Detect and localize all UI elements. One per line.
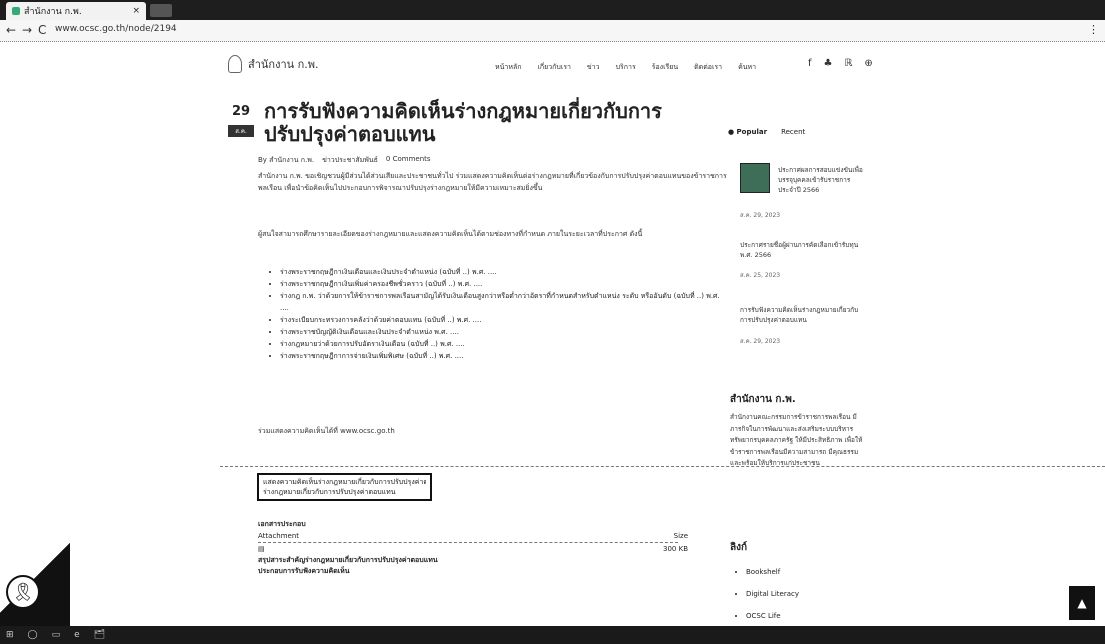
- sidebar-tabs: ● Popular Recent: [728, 128, 805, 136]
- site-favicon-icon: [12, 7, 20, 15]
- post-thumbnail[interactable]: [740, 163, 770, 193]
- reload-button[interactable]: C: [38, 23, 46, 37]
- post-author[interactable]: By สำนักงาน ก.พ.: [258, 155, 314, 166]
- list-item[interactable]: ร่างกฎหมายว่าด้วยการปรับอัตราเงินเดือน (…: [280, 338, 727, 350]
- nav-item[interactable]: เกี่ยวกับเรา: [537, 62, 570, 73]
- sidebar-post-date: ส.ค. 29, 2023: [740, 338, 781, 345]
- new-tab-button[interactable]: [150, 4, 172, 17]
- about-heading: สำนักงาน ก.พ.: [730, 394, 796, 405]
- attachment-file-link[interactable]: สรุปสาระสำคัญร่างกฎหมายเกี่ยวกับการปรับป…: [258, 555, 438, 577]
- divider: [258, 542, 678, 543]
- attachments-header-row: Attachment Size: [258, 532, 688, 540]
- tab-title: สำนักงาน ก.พ.: [24, 7, 82, 17]
- attachment-file-name-2[interactable]: ประกอบการรับฟังความคิดเห็น: [258, 566, 438, 577]
- globe-icon[interactable]: ⊕: [864, 58, 872, 69]
- list-item[interactable]: ร่างพระราชกฤษฎีกาเงินเดือนและเงินประจำตำ…: [280, 266, 727, 278]
- nav-item[interactable]: ข่าว: [587, 62, 600, 73]
- site-navigation: หน้าหลัก เกี่ยวกับเรา ข่าว บริการ ร้องเร…: [495, 62, 756, 73]
- ocsc-emblem-icon: [228, 55, 242, 73]
- sidebar-link-bookshelf[interactable]: Bookshelf: [746, 561, 799, 583]
- edge-icon[interactable]: e: [74, 630, 80, 640]
- ribbon-icon: 🎗: [6, 575, 40, 609]
- search-icon[interactable]: ◯: [28, 630, 38, 640]
- attachment-file-name[interactable]: สรุปสาระสำคัญร่างกฎหมายเกี่ยวกับการปรับป…: [258, 555, 438, 566]
- file-explorer-icon[interactable]: 🗂: [94, 630, 105, 640]
- highlighted-links-box: แสดงความคิดเห็นร่างกฎหมายเกี่ยวกับการปรั…: [257, 473, 432, 501]
- sidebar-post-date: ส.ค. 29, 2023: [740, 212, 781, 219]
- sidebar-link-ocsc-life[interactable]: OCSC Life: [746, 605, 799, 627]
- post-comments[interactable]: 0 Comments: [386, 155, 431, 166]
- nav-item[interactable]: ร้องเรียน: [652, 62, 678, 73]
- post-meta: By สำนักงาน ก.พ. ข่าวประชาสัมพันธ์ 0 Com…: [258, 155, 431, 166]
- links-heading: ลิงก์: [730, 542, 748, 553]
- url-field[interactable]: www.ocsc.go.th/node/2194: [55, 24, 177, 34]
- rss-icon[interactable]: ℝ: [845, 58, 853, 69]
- draft-law-list: ร่างพระราชกฤษฎีกาเงินเดือนและเงินประจำตำ…: [272, 266, 727, 362]
- sidebar-post-date: ส.ค. 25, 2023: [740, 272, 781, 279]
- post-date-badge: 29 ส.ค.: [228, 104, 254, 137]
- file-size: 300 KB: [663, 545, 688, 553]
- post-date-month: ส.ค.: [228, 125, 254, 137]
- task-view-icon[interactable]: ▭: [52, 630, 61, 640]
- draft-law-link[interactable]: ร่างกฎหมายเกี่ยวกับการปรับปรุงค่าตอบแทน: [263, 487, 426, 497]
- browser-tab-bar: สำนักงาน ก.พ. ×: [0, 0, 1105, 20]
- start-icon[interactable]: ⊞: [6, 630, 14, 640]
- about-text: สำนักงานคณะกรรมการข้าราชการพลเรือน มีภาร…: [730, 413, 863, 467]
- os-taskbar: ⊞ ◯ ▭ e 🗂: [0, 626, 1105, 644]
- list-item[interactable]: ร่างพระราชกฤษฎีกาเงินเพิ่มค่าครองชีพชั่ว…: [280, 278, 727, 290]
- nav-item[interactable]: ติดต่อเรา: [694, 62, 722, 73]
- social-icons: f ♣ ℝ ⊕: [808, 58, 873, 69]
- attachment-column-label: Attachment: [258, 532, 300, 540]
- back-button[interactable]: ←: [6, 23, 16, 37]
- facebook-icon[interactable]: f: [808, 58, 812, 69]
- list-item[interactable]: ร่างระเบียบกระทรวงการคลังว่าด้วยค่าตอบแท…: [280, 314, 727, 326]
- post-paragraph-1: สำนักงาน ก.พ. ขอเชิญชวนผู้มีส่วนได้ส่วนเ…: [258, 172, 727, 192]
- feedback-link[interactable]: แสดงความคิดเห็นร่างกฎหมายเกี่ยวกับการปรั…: [263, 477, 426, 487]
- browser-tab[interactable]: สำนักงาน ก.พ. ×: [6, 2, 146, 20]
- nav-item[interactable]: ค้นหา: [738, 62, 756, 73]
- size-column-label: Size: [673, 532, 688, 540]
- address-bar-row: ← → C www.ocsc.go.th/node/2194 ⋮: [0, 20, 1105, 42]
- attachments-heading: เอกสารประกอบ: [258, 520, 306, 528]
- post-paragraph-2: ผู้สนใจสามารถศึกษารายละเอียดของร่างกฎหมา…: [258, 230, 643, 238]
- attachment-row: ▤ 300 KB: [258, 545, 688, 553]
- forward-button[interactable]: →: [22, 23, 32, 37]
- sidebar-links: Bookshelf Digital Literacy OCSC Life: [740, 561, 799, 627]
- list-item[interactable]: ร่างพระราชกฤษฎีกาการจ่ายเงินเพิ่มพิเศษ (…: [280, 350, 727, 362]
- nav-item[interactable]: หน้าหลัก: [495, 62, 521, 73]
- sidebar-link-digital-literacy[interactable]: Digital Literacy: [746, 583, 799, 605]
- sidebar-post-link[interactable]: การรับฟังความคิดเห็นร่างกฎหมายเกี่ยวกับก…: [740, 305, 865, 325]
- back-to-top-button[interactable]: ▲: [1069, 586, 1095, 620]
- list-item[interactable]: ร่างพระราชบัญญัติเงินเดือนและเงินประจำตำ…: [280, 326, 727, 338]
- post-category[interactable]: ข่าวประชาสัมพันธ์: [322, 155, 378, 166]
- post-title: การรับฟังความคิดเห็นร่างกฎหมายเกี่ยวกับก…: [264, 99, 662, 146]
- site-logo-text: สำนักงาน ก.พ.: [248, 58, 319, 71]
- tab-close-icon[interactable]: ×: [132, 6, 140, 16]
- list-item[interactable]: ร่างกฎ ก.พ. ว่าด้วยการให้ข้าราชการพลเรือ…: [280, 290, 727, 314]
- share-icon[interactable]: ♣: [824, 58, 833, 69]
- nav-item[interactable]: บริการ: [616, 62, 636, 73]
- tab-recent[interactable]: Recent: [781, 128, 805, 136]
- post-date-day: 29: [231, 104, 251, 119]
- browser-menu-icon[interactable]: ⋮: [1088, 23, 1099, 36]
- divider: [220, 466, 1105, 467]
- tab-popular[interactable]: ● Popular: [728, 128, 767, 136]
- site-logo[interactable]: สำนักงาน ก.พ.: [228, 55, 319, 73]
- file-icon: ▤: [258, 545, 265, 553]
- sidebar-post-link[interactable]: ประกาศรายชื่อผู้ผ่านการคัดเลือกเข้ารับทุ…: [740, 240, 865, 260]
- feedback-line[interactable]: ร่วมแสดงความคิดเห็นได้ที่ www.ocsc.go.th: [258, 426, 395, 437]
- sidebar-post-link[interactable]: ประกาศผลการสอบแข่งขันเพื่อบรรจุบุคคลเข้า…: [778, 165, 868, 195]
